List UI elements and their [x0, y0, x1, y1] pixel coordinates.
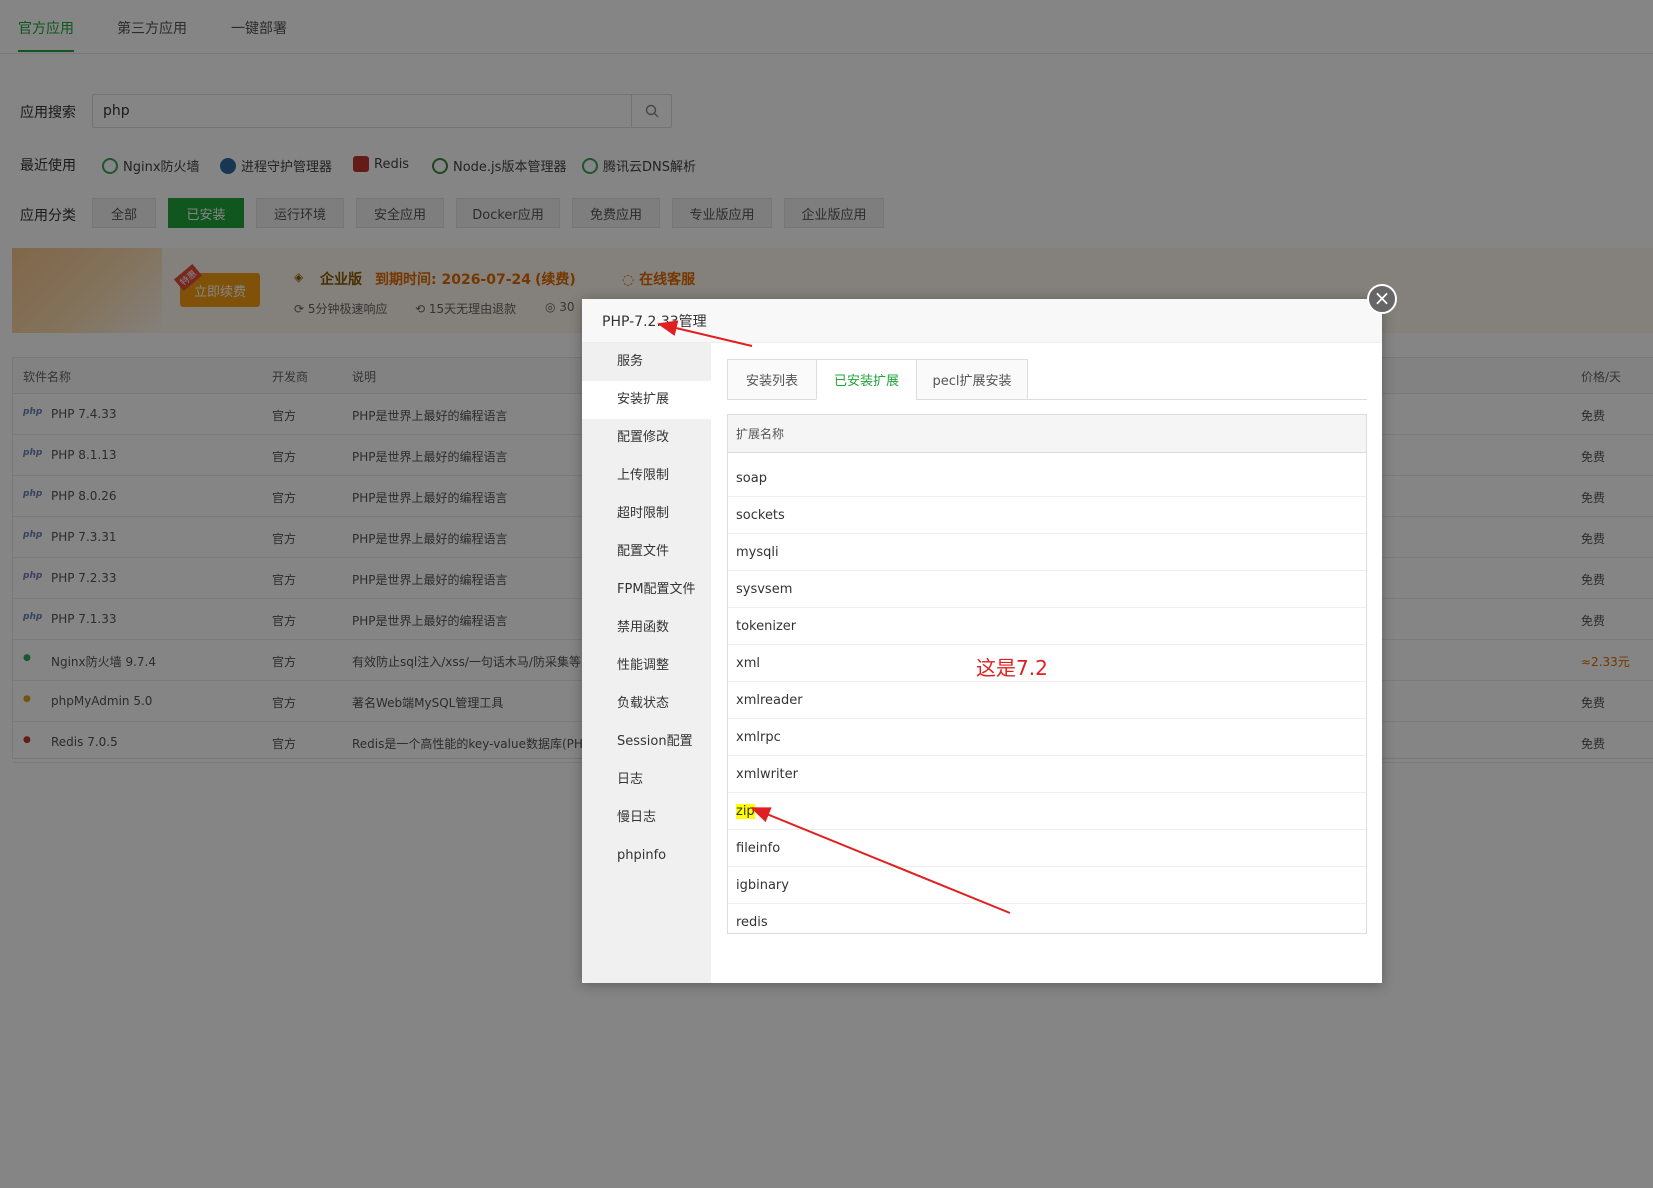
extension-row: sysvsem [728, 571, 1366, 608]
extension-row: redis [728, 904, 1366, 934]
extension-name: tokenizer [736, 619, 796, 634]
sidebar-item[interactable]: FPM配置文件 [582, 571, 711, 609]
extension-row: xmlwriter [728, 756, 1366, 793]
extension-name: soap [736, 471, 767, 486]
annotation-note: 这是7.2 [976, 652, 1048, 681]
extension-row: fileinfo [728, 830, 1366, 867]
extension-name: xmlreader [736, 693, 803, 708]
php-manager-modal: PHP-7.2.33管理 服务安装扩展配置修改上传限制超时限制配置文件FPM配置… [582, 299, 1382, 983]
extension-name: mysqli [736, 545, 779, 560]
sidebar-item[interactable]: 配置文件 [582, 533, 711, 571]
extension-name: zip [736, 804, 755, 819]
extension-name: fileinfo [736, 841, 780, 856]
extension-name: xmlrpc [736, 730, 781, 745]
sidebar-item[interactable]: 安装扩展 [582, 381, 711, 419]
sidebar-item[interactable]: 配置修改 [582, 419, 711, 457]
sidebar-item[interactable]: 日志 [582, 761, 711, 799]
modal-close-button[interactable]: × [1367, 284, 1397, 314]
extension-row: zip [728, 793, 1366, 830]
extension-row: xmlrpc [728, 719, 1366, 756]
sidebar-item[interactable]: phpinfo [582, 837, 711, 875]
modal-tabs: 安装列表 已安装扩展 pecl扩展安装 [727, 359, 1367, 400]
modal-sidebar: 服务安装扩展配置修改上传限制超时限制配置文件FPM配置文件禁用函数性能调整负载状… [582, 343, 711, 983]
extension-table-header: 扩展名称 [728, 415, 1366, 453]
sidebar-item[interactable]: 服务 [582, 343, 711, 381]
tab-installed-extensions[interactable]: 已安装扩展 [816, 359, 917, 400]
sidebar-item[interactable]: Session配置 [582, 723, 711, 761]
extension-row: sockets [728, 497, 1366, 534]
extension-name: xmlwriter [736, 767, 798, 782]
extension-row: tokenizer [728, 608, 1366, 645]
close-icon: × [1374, 286, 1391, 310]
extension-row: xmlreader [728, 682, 1366, 719]
extension-row: soap [728, 460, 1366, 497]
extension-name: igbinary [736, 878, 789, 893]
modal-title-bar: PHP-7.2.33管理 [582, 299, 1382, 343]
sidebar-item[interactable]: 禁用函数 [582, 609, 711, 647]
extension-name: redis [736, 915, 768, 930]
sidebar-item[interactable]: 负载状态 [582, 685, 711, 723]
extension-name: sysvsem [736, 582, 792, 597]
modal-title: PHP-7.2.33管理 [602, 311, 707, 331]
extension-name: xml [736, 656, 760, 671]
tab-pecl-install[interactable]: pecl扩展安装 [916, 359, 1028, 400]
extension-name: sockets [736, 508, 785, 523]
tab-install-list[interactable]: 安装列表 [727, 359, 817, 400]
sidebar-item[interactable]: 性能调整 [582, 647, 711, 685]
extension-row: igbinary [728, 867, 1366, 904]
extension-row: mysqli [728, 534, 1366, 571]
sidebar-item[interactable]: 上传限制 [582, 457, 711, 495]
sidebar-item[interactable]: 慢日志 [582, 799, 711, 837]
sidebar-item[interactable]: 超时限制 [582, 495, 711, 533]
